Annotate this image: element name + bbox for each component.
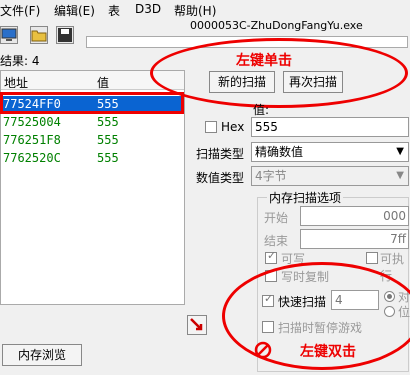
selection-highlight-box: [0, 92, 184, 114]
end-address-input[interactable]: 7ff: [300, 229, 409, 249]
no-entry-icon: [254, 341, 272, 359]
row-value: 555: [97, 133, 119, 147]
end-label: 结束: [264, 234, 289, 248]
new-scan-button[interactable]: 新的扫描: [209, 71, 275, 93]
chevron-down-icon: ▼: [396, 170, 404, 181]
annotation-double-click: 左键双击: [300, 344, 356, 360]
start-label: 开始: [264, 211, 289, 225]
annotation-ellipse-top: [150, 38, 408, 108]
column-address[interactable]: 地址: [4, 74, 28, 91]
value-input[interactable]: 555: [251, 117, 409, 137]
list-row[interactable]: 776251F8 555: [1, 132, 184, 149]
menu-file[interactable]: 文件(F): [0, 2, 40, 19]
list-row[interactable]: 77525004 555: [1, 114, 184, 131]
menu-bar: 文件(F) 编辑(E) 表 D3D 帮助(H): [0, 0, 410, 18]
column-value[interactable]: 值: [97, 74, 109, 91]
row-value: 555: [97, 151, 119, 165]
hex-checkbox[interactable]: [205, 121, 217, 133]
executable-checkbox[interactable]: [366, 252, 378, 264]
value-type-value: 4字节: [255, 169, 287, 183]
computer-icon: [1, 28, 17, 41]
memory-options-title: 内存扫描选项: [267, 189, 344, 206]
process-title: 0000053C-ZhuDongFangYu.exe: [190, 19, 363, 32]
menu-table[interactable]: 表: [108, 2, 120, 19]
open-file-button[interactable]: [30, 26, 48, 44]
menu-edit[interactable]: 编辑(E): [54, 2, 95, 19]
memory-view-button[interactable]: 内存浏览: [2, 344, 82, 366]
next-scan-button[interactable]: 再次扫描: [283, 71, 343, 93]
row-address: 776251F8: [3, 133, 61, 147]
value-type-select[interactable]: 4字节 ▼: [251, 166, 409, 186]
scan-type-value: 精确数值: [255, 145, 304, 159]
row-address: 7762520C: [3, 151, 61, 165]
row-value: 555: [97, 115, 119, 129]
scan-type-label: 扫描类型: [196, 147, 245, 161]
floppy-disk-icon: [58, 28, 72, 42]
annotation-single-click: 左键单击: [236, 53, 292, 69]
chevron-down-icon: ▼: [396, 146, 404, 157]
value-type-label: 数值类型: [196, 171, 245, 185]
list-row[interactable]: 7762520C 555: [1, 150, 184, 167]
arrow-down-right-icon: [190, 318, 203, 331]
hex-label: Hex: [221, 120, 245, 134]
value-label: 值:: [253, 103, 270, 117]
row-address: 77525004: [3, 115, 61, 129]
open-process-button[interactable]: [0, 26, 18, 44]
menu-d3d[interactable]: D3D: [135, 2, 161, 16]
add-to-list-button[interactable]: [187, 315, 207, 335]
save-button[interactable]: [56, 26, 74, 44]
scan-type-select[interactable]: 精确数值 ▼: [251, 142, 409, 162]
results-count: 结果: 4: [0, 54, 40, 68]
folder-icon: [31, 30, 47, 42]
menu-help[interactable]: 帮助(H): [174, 2, 216, 19]
writable-checkbox[interactable]: [265, 249, 277, 264]
start-address-input[interactable]: 000: [300, 206, 409, 226]
